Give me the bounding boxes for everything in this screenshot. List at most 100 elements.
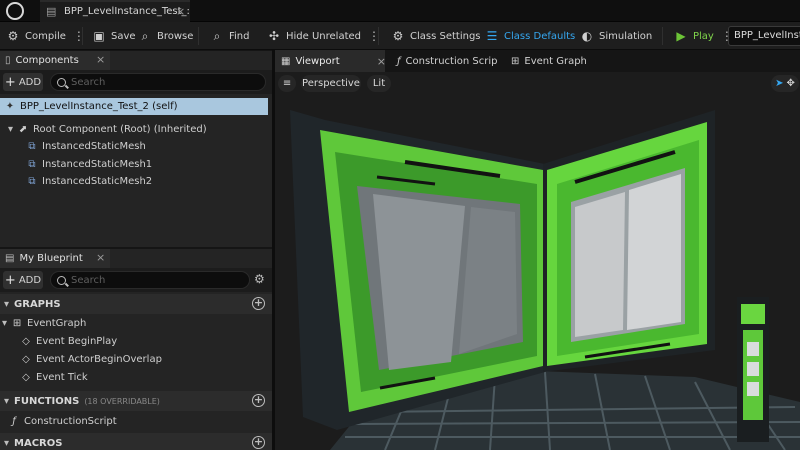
event-graph-item[interactable]: ▾ ⊞ EventGraph: [2, 315, 86, 332]
move-gizmo-icon[interactable]: ✥: [787, 78, 795, 89]
event-graph-tab-label: Event Graph: [524, 55, 587, 67]
component-child-item[interactable]: ⧉ InstancedStaticMesh2: [26, 173, 152, 190]
event-item[interactable]: ◇ Event BeginPlay: [20, 333, 117, 350]
viewport[interactable]: ≡ Perspective Lit ➤ ✥: [275, 72, 800, 450]
blueprint-icon: ▤: [46, 5, 57, 18]
find-label: Find: [229, 30, 250, 42]
plus-icon: +: [4, 74, 16, 90]
hide-unrelated-button[interactable]: ✣ Hide Unrelated ⋮: [267, 22, 380, 50]
construction-script-item[interactable]: ƒ ConstructionScript: [8, 413, 116, 430]
document-tab[interactable]: ▤ BPP_LevelInstance_Test_: ×: [40, 0, 190, 22]
hamburger-icon: ≡: [282, 78, 292, 89]
search-icon: [57, 275, 66, 285]
my-blueprint-search-input[interactable]: Search: [50, 271, 250, 289]
event-graph-label: EventGraph: [27, 318, 87, 329]
toolbar-divider: [378, 27, 379, 45]
tab-components[interactable]: ▯ Components ×: [0, 51, 110, 70]
event-diamond-icon: ◇: [22, 372, 30, 383]
save-button[interactable]: ▣ Save: [92, 22, 135, 50]
gear-icon: ⚙: [392, 29, 404, 43]
play-label: Play: [693, 30, 714, 42]
construction-script-tab-label: Construction Scrip: [405, 55, 498, 67]
document-tab-title: BPP_LevelInstance_Test_:: [64, 6, 190, 17]
unreal-logo-icon[interactable]: [6, 2, 24, 20]
components-search-placeholder: Search: [71, 76, 106, 88]
browse-icon: ⌕: [141, 29, 149, 43]
add-function-icon[interactable]: +: [252, 394, 265, 407]
add-graph-icon[interactable]: +: [252, 297, 265, 310]
blueprint-tree-icon: ▤: [5, 253, 15, 264]
level-select-dropdown[interactable]: BPP_LevelInstan: [728, 26, 800, 46]
terminal-pillar-prop: [737, 297, 769, 442]
close-icon[interactable]: ×: [96, 251, 105, 264]
components-tab-label: Components: [15, 55, 79, 66]
viewport-menu-button[interactable]: ≡: [278, 75, 296, 92]
hide-unrelated-icon: ✣: [268, 29, 280, 43]
compile-icon: ⚙: [7, 29, 19, 43]
event-item[interactable]: ◇ Event ActorBeginOverlap: [20, 351, 162, 368]
tab-event-graph[interactable]: ⊞ Event Graph: [505, 50, 615, 72]
component-child-item[interactable]: ⧉ InstancedStaticMesh1: [26, 156, 152, 173]
event-diamond-icon: ◇: [22, 336, 30, 347]
components-panel: ▯ Components × + ADD Search ✦ BPP_LevelI…: [0, 51, 272, 247]
component-root-item[interactable]: ▾ ⬈ Root Component (Root) (Inherited): [8, 121, 207, 138]
component-self-item[interactable]: ✦ BPP_LevelInstance_Test_2 (self): [0, 98, 268, 115]
function-icon: ƒ: [397, 55, 401, 67]
title-bar: ▤ BPP_LevelInstance_Test_: ×: [0, 0, 800, 22]
settings-gear-icon[interactable]: ⚙: [254, 272, 265, 286]
my-blueprint-toolbar: + ADD Search ⚙: [0, 268, 272, 292]
macros-section-header[interactable]: ▾ MACROS +: [0, 433, 272, 450]
event-label: Event BeginPlay: [36, 336, 118, 347]
components-icon: ▯: [5, 55, 11, 66]
functions-section-header[interactable]: ▾ FUNCTIONS (18 OVERRIDABLE) +: [0, 391, 272, 411]
simulation-label: Simulation: [599, 30, 653, 42]
compile-label: Compile: [25, 30, 66, 42]
tab-my-blueprint[interactable]: ▤ My Blueprint ×: [0, 249, 110, 268]
close-icon[interactable]: ×: [96, 53, 105, 66]
hide-unrelated-label: Hide Unrelated: [286, 30, 362, 42]
my-blueprint-search-placeholder: Search: [71, 274, 106, 286]
component-child-label: InstancedStaticMesh: [42, 141, 146, 152]
compile-button[interactable]: ⚙ Compile ⋮: [6, 22, 85, 50]
browse-button[interactable]: ⌕ Browse: [138, 22, 194, 50]
graph-icon: ⊞: [12, 318, 22, 329]
transform-tools: ➤ ✥: [771, 75, 799, 92]
simulation-button[interactable]: ◐ Simulation: [580, 22, 653, 50]
macros-header-label: MACROS: [14, 437, 63, 449]
add-component-button[interactable]: + ADD: [3, 73, 43, 91]
toolbar-divider: [198, 27, 199, 45]
compile-options-icon[interactable]: ⋮: [73, 29, 85, 43]
functions-overridable-count: (18 OVERRIDABLE): [84, 396, 160, 406]
components-search-input[interactable]: Search: [50, 73, 266, 91]
find-button[interactable]: ⌕ Find: [210, 22, 250, 50]
graphs-section-header[interactable]: ▾ GRAPHS +: [0, 294, 272, 314]
select-arrow-icon[interactable]: ➤: [775, 78, 783, 89]
graphs-header-label: GRAPHS: [14, 298, 61, 310]
viewport-scene[interactable]: [275, 72, 800, 450]
close-icon[interactable]: ×: [176, 5, 185, 18]
event-diamond-icon: ◇: [22, 354, 30, 365]
perspective-button[interactable]: Perspective: [301, 75, 361, 92]
close-icon[interactable]: ×: [377, 55, 386, 68]
tab-construction-script[interactable]: ƒ Construction Scrip: [391, 50, 503, 72]
event-label: Event Tick: [36, 372, 88, 383]
save-icon: ▣: [93, 29, 105, 43]
root-component-icon: ⬈: [18, 124, 28, 135]
play-button[interactable]: ▶ Play ⋮: [674, 22, 732, 50]
tab-viewport[interactable]: ▦ Viewport ×: [275, 50, 386, 72]
editor-tab-bar: ▦ Viewport × ƒ Construction Scrip ⊞ Even…: [275, 50, 800, 72]
lit-mode-button[interactable]: Lit: [367, 75, 391, 92]
class-defaults-button[interactable]: ☰ Class Defaults: [485, 22, 576, 50]
class-settings-button[interactable]: ⚙ Class Settings: [391, 22, 481, 50]
component-child-item[interactable]: ⧉ InstancedStaticMesh: [26, 138, 146, 155]
graph-icon: ⊞: [511, 55, 520, 67]
add-macro-icon[interactable]: +: [252, 436, 265, 449]
event-item[interactable]: ◇ Event Tick: [20, 369, 88, 386]
component-root-label: Root Component (Root) (Inherited): [33, 124, 207, 135]
left-wall-panel: [290, 110, 545, 430]
component-child-label: InstancedStaticMesh1: [42, 159, 153, 170]
add-blueprint-item-button[interactable]: + ADD: [3, 271, 43, 289]
chevron-down-icon[interactable]: ▾: [8, 124, 13, 135]
viewport-icon: ▦: [281, 55, 291, 67]
event-label: Event ActorBeginOverlap: [36, 354, 162, 365]
